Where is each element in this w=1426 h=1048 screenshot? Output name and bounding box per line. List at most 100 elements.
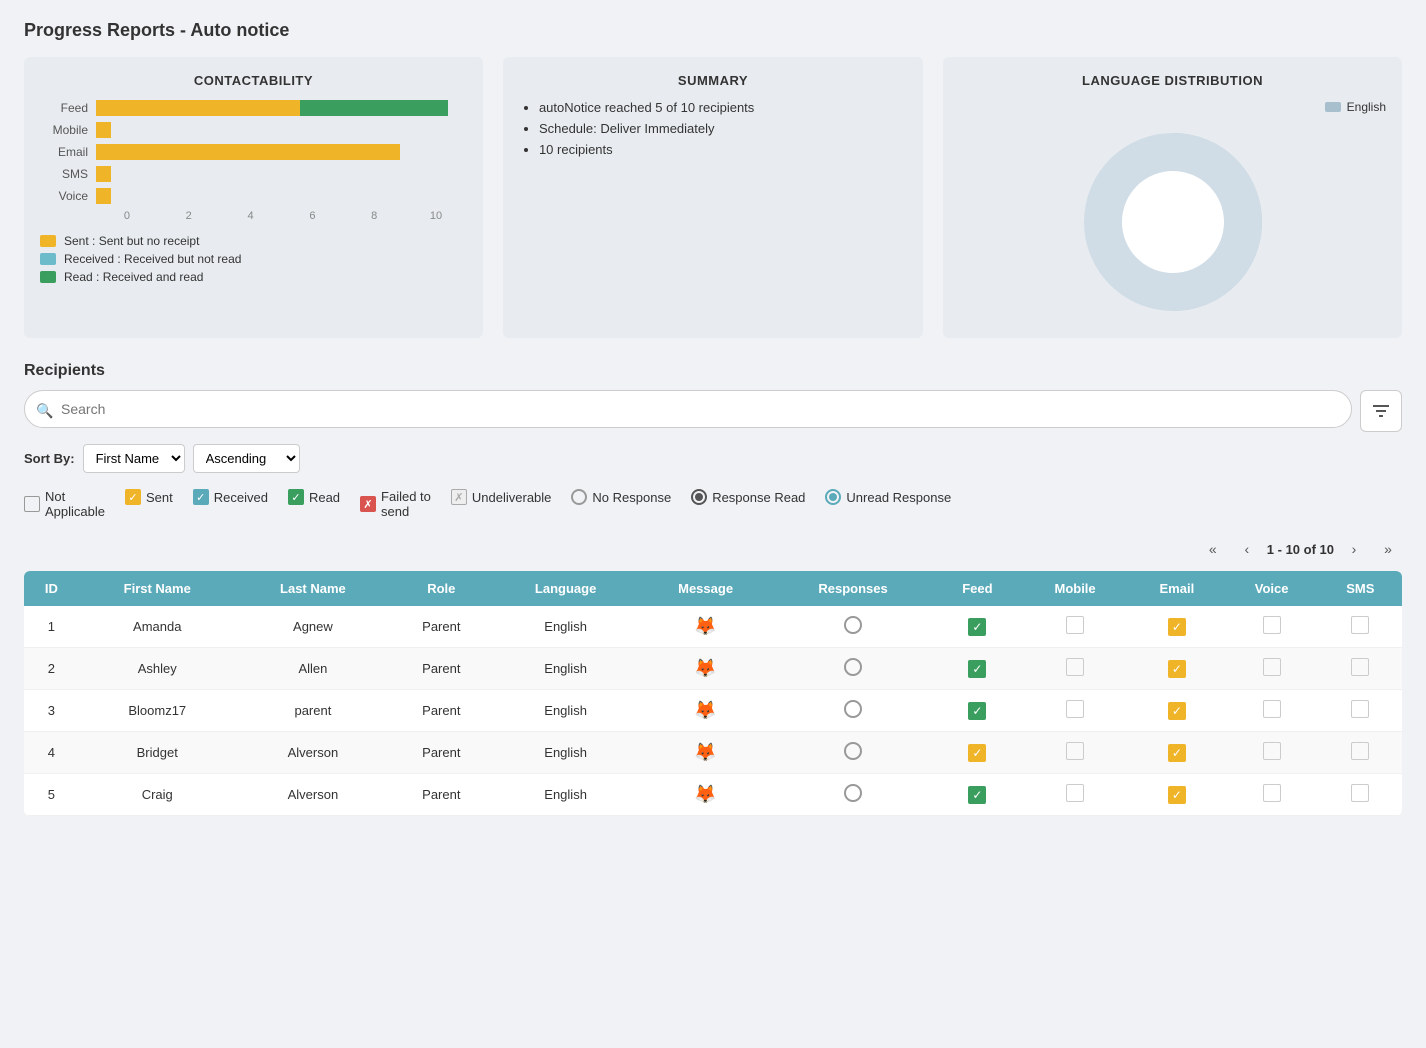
col-message: Message [639, 571, 773, 606]
axis-6: 6 [281, 210, 343, 222]
donut-legend-label: English [1347, 100, 1386, 114]
bar-legend: Sent : Sent but no receipt Received : Re… [40, 234, 467, 284]
sort-field-select[interactable]: First Name Last Name ID [83, 444, 185, 473]
status-undeliverable: ✗ Undeliverable [451, 489, 552, 505]
axis-0: 0 [96, 210, 158, 222]
table-row: 5CraigAlversonParentEnglish🦊✓✓ [24, 774, 1402, 816]
axis-4: 4 [220, 210, 282, 222]
radio-inner-blue [829, 493, 837, 501]
summary-title: SUMMARY [519, 73, 907, 88]
table-header-row: ID First Name Last Name Role Language Me… [24, 571, 1402, 606]
col-feed: Feed [934, 571, 1021, 606]
search-row: 🔍 [24, 390, 1402, 432]
filter-button[interactable] [1360, 390, 1402, 432]
last-page-button[interactable]: » [1374, 535, 1402, 563]
radio-no-response [571, 489, 587, 505]
recipients-section: Recipients 🔍 Sort By: First Name Last Na… [24, 362, 1402, 816]
bar-label-voice: Voice [40, 189, 88, 203]
col-responses: Responses [773, 571, 934, 606]
contactability-panel: CONTACTABILITY Feed Mobile [24, 57, 483, 338]
first-page-button[interactable]: « [1199, 535, 1227, 563]
status-not-applicable: NotApplicable [24, 489, 105, 519]
col-first-name: First Name [79, 571, 236, 606]
donut-legend: English [1325, 100, 1386, 114]
donut-chart [1073, 122, 1273, 322]
status-label-no-response: No Response [592, 490, 671, 505]
search-icon: 🔍 [36, 403, 53, 420]
radio-response-read [691, 489, 707, 505]
bar-chart: Feed Mobile Email [40, 100, 467, 222]
bar-row-email: Email [40, 144, 467, 160]
chk-undeliverable: ✗ [451, 489, 467, 505]
bar-row-feed: Feed [40, 100, 467, 116]
bar-label-mobile: Mobile [40, 123, 88, 137]
bar-yellow-feed [96, 100, 300, 116]
bar-axis: 0 2 4 6 8 10 [96, 210, 467, 222]
table-row: 3Bloomz17parentParentEnglish🦊✓✓ [24, 690, 1402, 732]
search-input[interactable] [24, 390, 1352, 428]
legend-box-yellow [40, 235, 56, 247]
chk-not-applicable [24, 496, 40, 512]
legend-label-green: Read : Received and read [64, 270, 203, 284]
bar-row-mobile: Mobile [40, 122, 467, 138]
bar-yellow-sms [96, 166, 111, 182]
status-label-unread-response: Unread Response [846, 490, 951, 505]
status-received: ✓ Received [193, 489, 268, 505]
summary-item-2: Schedule: Deliver Immediately [539, 121, 907, 136]
status-read: ✓ Read [288, 489, 340, 505]
page-info: 1 - 10 of 10 [1267, 542, 1334, 557]
status-unread-response: Unread Response [825, 489, 951, 505]
prev-page-button[interactable]: ‹ [1233, 535, 1261, 563]
sort-label: Sort By: [24, 451, 75, 466]
status-label-read: Read [309, 490, 340, 505]
contactability-title: CONTACTABILITY [40, 73, 467, 88]
status-sent: ✓ Sent [125, 489, 173, 505]
col-last-name: Last Name [236, 571, 390, 606]
filter-icon [1371, 402, 1391, 420]
bar-green-feed [300, 100, 448, 116]
search-wrap: 🔍 [24, 390, 1352, 432]
col-id: ID [24, 571, 79, 606]
status-label-undeliverable: Undeliverable [472, 490, 552, 505]
radio-inner-filled [695, 493, 703, 501]
bar-yellow-email [96, 144, 400, 160]
bar-label-sms: SMS [40, 167, 88, 181]
status-legend: NotApplicable ✓ Sent ✓ Received ✓ Read ✗… [24, 489, 1402, 519]
status-failed: ✗ Failed tosend [360, 489, 431, 519]
bar-label-feed: Feed [40, 101, 88, 115]
bar-track-sms [96, 166, 467, 182]
page-container: Progress Reports - Auto notice CONTACTAB… [0, 0, 1426, 836]
table-row: 1AmandaAgnewParentEnglish🦊✓✓ [24, 606, 1402, 648]
sort-row: Sort By: First Name Last Name ID Ascendi… [24, 444, 1402, 473]
axis-10: 10 [405, 210, 467, 222]
summary-item-1: autoNotice reached 5 of 10 recipients [539, 100, 907, 115]
legend-blue: Received : Received but not read [40, 252, 467, 266]
bar-yellow-mobile [96, 122, 111, 138]
status-no-response: No Response [571, 489, 671, 505]
language-panel: LANGUAGE DISTRIBUTION English [943, 57, 1402, 338]
summary-panel: SUMMARY autoNotice reached 5 of 10 recip… [503, 57, 923, 338]
bar-yellow-voice [96, 188, 111, 204]
summary-item-3: 10 recipients [539, 142, 907, 157]
recipients-table: ID First Name Last Name Role Language Me… [24, 571, 1402, 816]
col-language: Language [493, 571, 639, 606]
legend-box-green [40, 271, 56, 283]
next-page-button[interactable]: › [1340, 535, 1368, 563]
legend-box-blue [40, 253, 56, 265]
status-label-sent: Sent [146, 490, 173, 505]
radio-unread-response [825, 489, 841, 505]
legend-yellow: Sent : Sent but no receipt [40, 234, 467, 248]
recipients-title: Recipients [24, 362, 1402, 380]
status-label-received: Received [214, 490, 268, 505]
status-response-read: Response Read [691, 489, 805, 505]
axis-2: 2 [158, 210, 220, 222]
charts-row: CONTACTABILITY Feed Mobile [24, 57, 1402, 338]
col-sms: SMS [1319, 571, 1402, 606]
col-role: Role [390, 571, 493, 606]
legend-green: Read : Received and read [40, 270, 467, 284]
col-voice: Voice [1225, 571, 1319, 606]
sort-direction-select[interactable]: Ascending Descending [193, 444, 300, 473]
col-mobile: Mobile [1021, 571, 1129, 606]
bar-track-mobile [96, 122, 467, 138]
table-row: 2AshleyAllenParentEnglish🦊✓✓ [24, 648, 1402, 690]
